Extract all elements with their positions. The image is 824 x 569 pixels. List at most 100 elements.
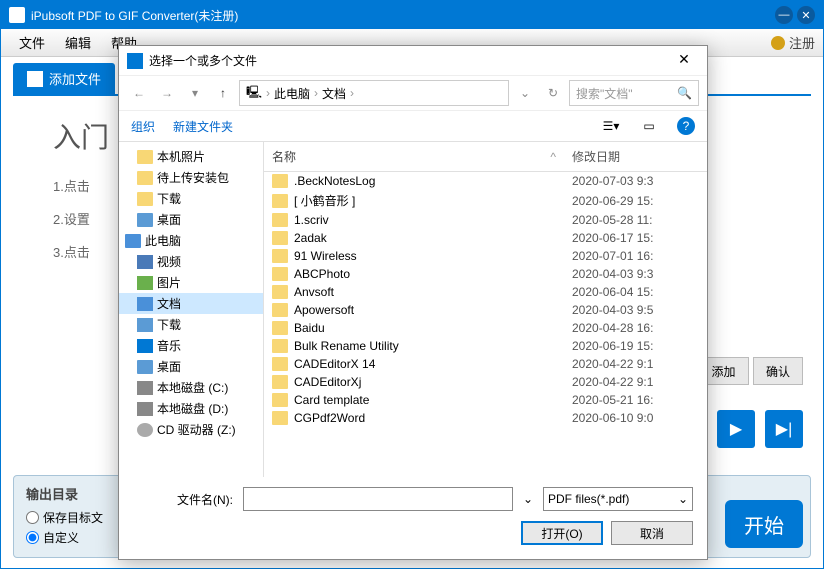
radio-custom[interactable] bbox=[26, 531, 39, 544]
file-date: 2020-06-19 15: bbox=[564, 337, 707, 355]
crumb-docs[interactable]: 文档 bbox=[322, 85, 346, 102]
nav-up-button[interactable]: ↑ bbox=[211, 81, 235, 105]
file-date: 2020-04-22 9:1 bbox=[564, 355, 707, 373]
add-file-tab[interactable]: 添加文件 bbox=[13, 63, 115, 94]
play-button[interactable]: ▶ bbox=[717, 410, 755, 448]
file-row[interactable]: Apowersoft2020-04-03 9:5 bbox=[264, 301, 707, 319]
filename-dropdown[interactable]: ⌄ bbox=[523, 492, 533, 506]
col-name-header[interactable]: 名称^ bbox=[264, 142, 564, 171]
tree-item[interactable]: 下载 bbox=[119, 314, 263, 335]
open-button[interactable]: 打开(O) bbox=[521, 521, 603, 545]
file-row[interactable]: CADEditorX 142020-04-22 9:1 bbox=[264, 355, 707, 373]
file-name: Apowersoft bbox=[294, 303, 354, 317]
file-row[interactable]: CADEditorXj2020-04-22 9:1 bbox=[264, 373, 707, 391]
file-row[interactable]: Bulk Rename Utility2020-06-19 15: bbox=[264, 337, 707, 355]
start-button[interactable]: 开始 bbox=[725, 500, 803, 548]
crumb-pc[interactable]: 此电脑 bbox=[274, 85, 310, 102]
file-row[interactable]: [ 小鹤音形 ] 2020-06-29 15: bbox=[264, 190, 707, 211]
folder-icon bbox=[272, 375, 288, 389]
organize-menu[interactable]: 组织 bbox=[131, 118, 155, 135]
tree-item[interactable]: 下载 bbox=[119, 188, 263, 209]
register-link[interactable]: 注册 bbox=[771, 33, 815, 52]
breadcrumb-dropdown[interactable]: ⌄ bbox=[513, 81, 537, 105]
file-name: ABCPhoto bbox=[294, 267, 350, 281]
search-box[interactable]: 搜索"文档" 🔍 bbox=[569, 80, 699, 106]
tree-item-label: 桌面 bbox=[157, 211, 181, 228]
tree-item-label: 音乐 bbox=[157, 337, 181, 354]
filter-label: PDF files(*.pdf) bbox=[548, 492, 629, 506]
tree-item[interactable]: 本地磁盘 (D:) bbox=[119, 398, 263, 419]
tree-item-label: CD 驱动器 (Z:) bbox=[157, 421, 236, 438]
tree-item[interactable]: 桌面 bbox=[119, 209, 263, 230]
dialog-titlebar: 选择一个或多个文件 ✕ bbox=[119, 46, 707, 76]
key-icon bbox=[771, 36, 785, 50]
refresh-button[interactable]: ↻ bbox=[541, 81, 565, 105]
music-icon bbox=[137, 339, 153, 353]
help-icon[interactable]: ? bbox=[677, 117, 695, 135]
cancel-button[interactable]: 取消 bbox=[611, 521, 693, 545]
dialog-body: 本机照片待上传安装包下载桌面此电脑视频图片文档下载音乐桌面本地磁盘 (C:)本地… bbox=[119, 142, 707, 477]
dialog-footer: 文件名(N): ⌄ PDF files(*.pdf) ⌄ 打开(O) 取消 bbox=[119, 477, 707, 559]
file-date: 2020-07-01 16: bbox=[564, 247, 707, 265]
video-icon bbox=[137, 255, 153, 269]
chevron-down-icon: ⌄ bbox=[678, 492, 688, 506]
tree-item[interactable]: 此电脑 bbox=[119, 230, 263, 251]
drive-icon bbox=[137, 381, 153, 395]
file-row[interactable]: 91 Wireless2020-07-01 16: bbox=[264, 247, 707, 265]
confirm-button[interactable]: 确认 bbox=[753, 357, 803, 385]
filter-select[interactable]: PDF files(*.pdf) ⌄ bbox=[543, 487, 693, 511]
file-name: [ 小鹤音形 ] bbox=[294, 192, 355, 209]
file-row[interactable]: 1.scriv2020-05-28 11: bbox=[264, 211, 707, 229]
radio-target[interactable] bbox=[26, 511, 39, 524]
tree-item[interactable]: 图片 bbox=[119, 272, 263, 293]
file-date: 2020-06-29 15: bbox=[564, 192, 707, 210]
file-row[interactable]: Baidu2020-04-28 16: bbox=[264, 319, 707, 337]
sep-icon: › bbox=[266, 86, 270, 100]
tree-item[interactable]: 待上传安装包 bbox=[119, 167, 263, 188]
new-folder-button[interactable]: 新建文件夹 bbox=[173, 118, 233, 135]
drive-icon bbox=[137, 402, 153, 416]
nav-back-button[interactable]: ← bbox=[127, 81, 151, 105]
folder-icon bbox=[272, 267, 288, 281]
cd-icon bbox=[137, 423, 153, 437]
tree-item[interactable]: 本机照片 bbox=[119, 146, 263, 167]
filename-input[interactable] bbox=[243, 487, 513, 511]
tree-item[interactable]: 本地磁盘 (C:) bbox=[119, 377, 263, 398]
file-list[interactable]: 名称^ 修改日期 .BeckNotesLog2020-07-03 9:3[ 小鹤… bbox=[264, 142, 707, 477]
breadcrumb[interactable]: 🖳 › 此电脑 › 文档 › bbox=[239, 80, 509, 106]
menu-file[interactable]: 文件 bbox=[9, 33, 55, 52]
tree-item[interactable]: 音乐 bbox=[119, 335, 263, 356]
file-row[interactable]: CGPdf2Word2020-06-10 9:0 bbox=[264, 409, 707, 427]
dialog-close-button[interactable]: ✕ bbox=[669, 51, 699, 71]
file-row[interactable]: 2adak2020-06-17 15: bbox=[264, 229, 707, 247]
tree-item[interactable]: 桌面 bbox=[119, 356, 263, 377]
folder-icon bbox=[272, 249, 288, 263]
close-button[interactable]: ✕ bbox=[797, 6, 815, 24]
folder-tree[interactable]: 本机照片待上传安装包下载桌面此电脑视频图片文档下载音乐桌面本地磁盘 (C:)本地… bbox=[119, 142, 264, 477]
view-options-button[interactable]: ☰▾ bbox=[601, 116, 621, 136]
folder-icon bbox=[137, 171, 153, 185]
file-name: CGPdf2Word bbox=[294, 411, 365, 425]
col-date-header[interactable]: 修改日期 bbox=[564, 142, 707, 171]
file-row[interactable]: ABCPhoto2020-04-03 9:3 bbox=[264, 265, 707, 283]
plus-icon bbox=[27, 71, 43, 87]
add-file-label: 添加文件 bbox=[49, 69, 101, 88]
tree-item-label: 此电脑 bbox=[145, 232, 181, 249]
nav-forward-button[interactable]: → bbox=[155, 81, 179, 105]
tree-item[interactable]: 文档 bbox=[119, 293, 263, 314]
nav-recent-button[interactable]: ▾ bbox=[183, 81, 207, 105]
tree-item[interactable]: 视频 bbox=[119, 251, 263, 272]
tree-item[interactable]: CD 驱动器 (Z:) bbox=[119, 419, 263, 440]
file-date: 2020-05-21 16: bbox=[564, 391, 707, 409]
minimize-button[interactable]: — bbox=[775, 6, 793, 24]
file-row[interactable]: Card template2020-05-21 16: bbox=[264, 391, 707, 409]
folder-icon bbox=[272, 174, 288, 188]
desktop-icon bbox=[137, 360, 153, 374]
folder-icon bbox=[272, 285, 288, 299]
preview-pane-button[interactable]: ▭ bbox=[639, 116, 659, 136]
menu-edit[interactable]: 编辑 bbox=[55, 33, 101, 52]
file-row[interactable]: .BeckNotesLog2020-07-03 9:3 bbox=[264, 172, 707, 190]
dialog-toolbar: 组织 新建文件夹 ☰▾ ▭ ? bbox=[119, 110, 707, 142]
next-button[interactable]: ▶| bbox=[765, 410, 803, 448]
file-row[interactable]: Anvsoft2020-06-04 15: bbox=[264, 283, 707, 301]
